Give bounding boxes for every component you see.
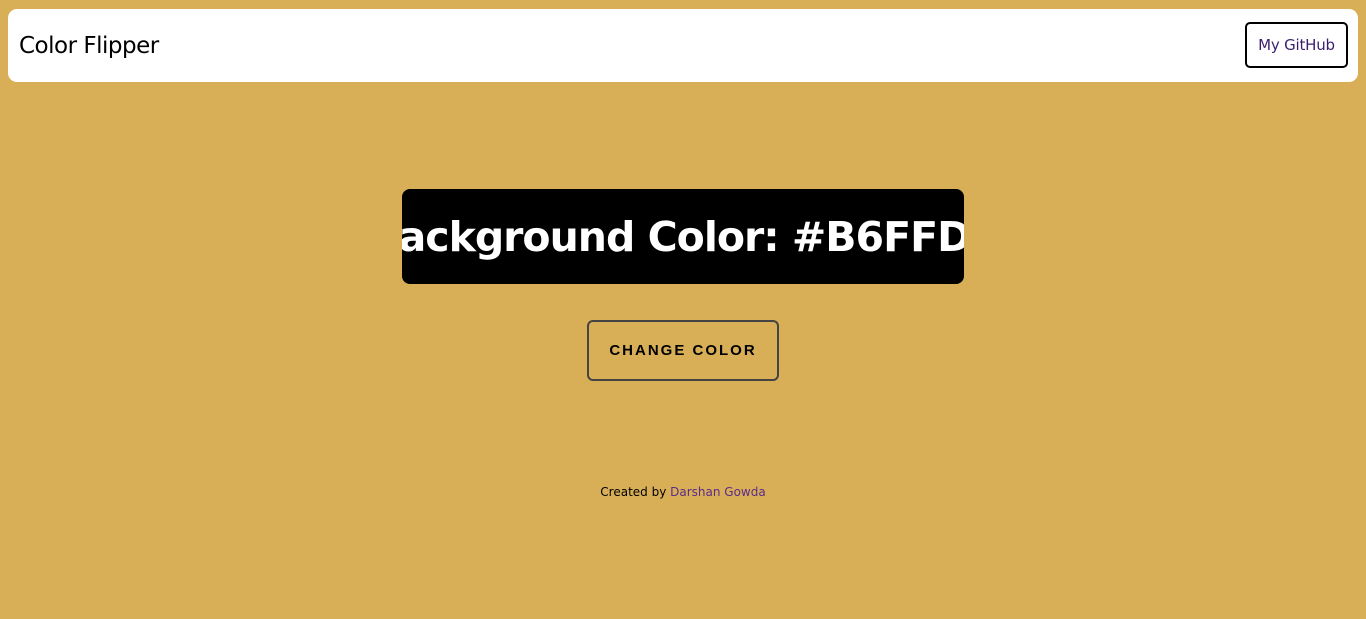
author-link[interactable]: Darshan Gowda: [670, 485, 766, 499]
navbar: Color Flipper My GitHub: [8, 9, 1358, 82]
background-color-label: Background Color: #B6FFD0: [402, 189, 964, 284]
footer-created-by: Created by: [600, 485, 671, 499]
footer: Created by Darshan Gowda: [0, 484, 1366, 500]
github-button[interactable]: My GitHub: [1245, 22, 1348, 68]
change-color-button[interactable]: CHANGE COLOR: [587, 320, 779, 381]
app-title: Color Flipper: [19, 33, 159, 59]
